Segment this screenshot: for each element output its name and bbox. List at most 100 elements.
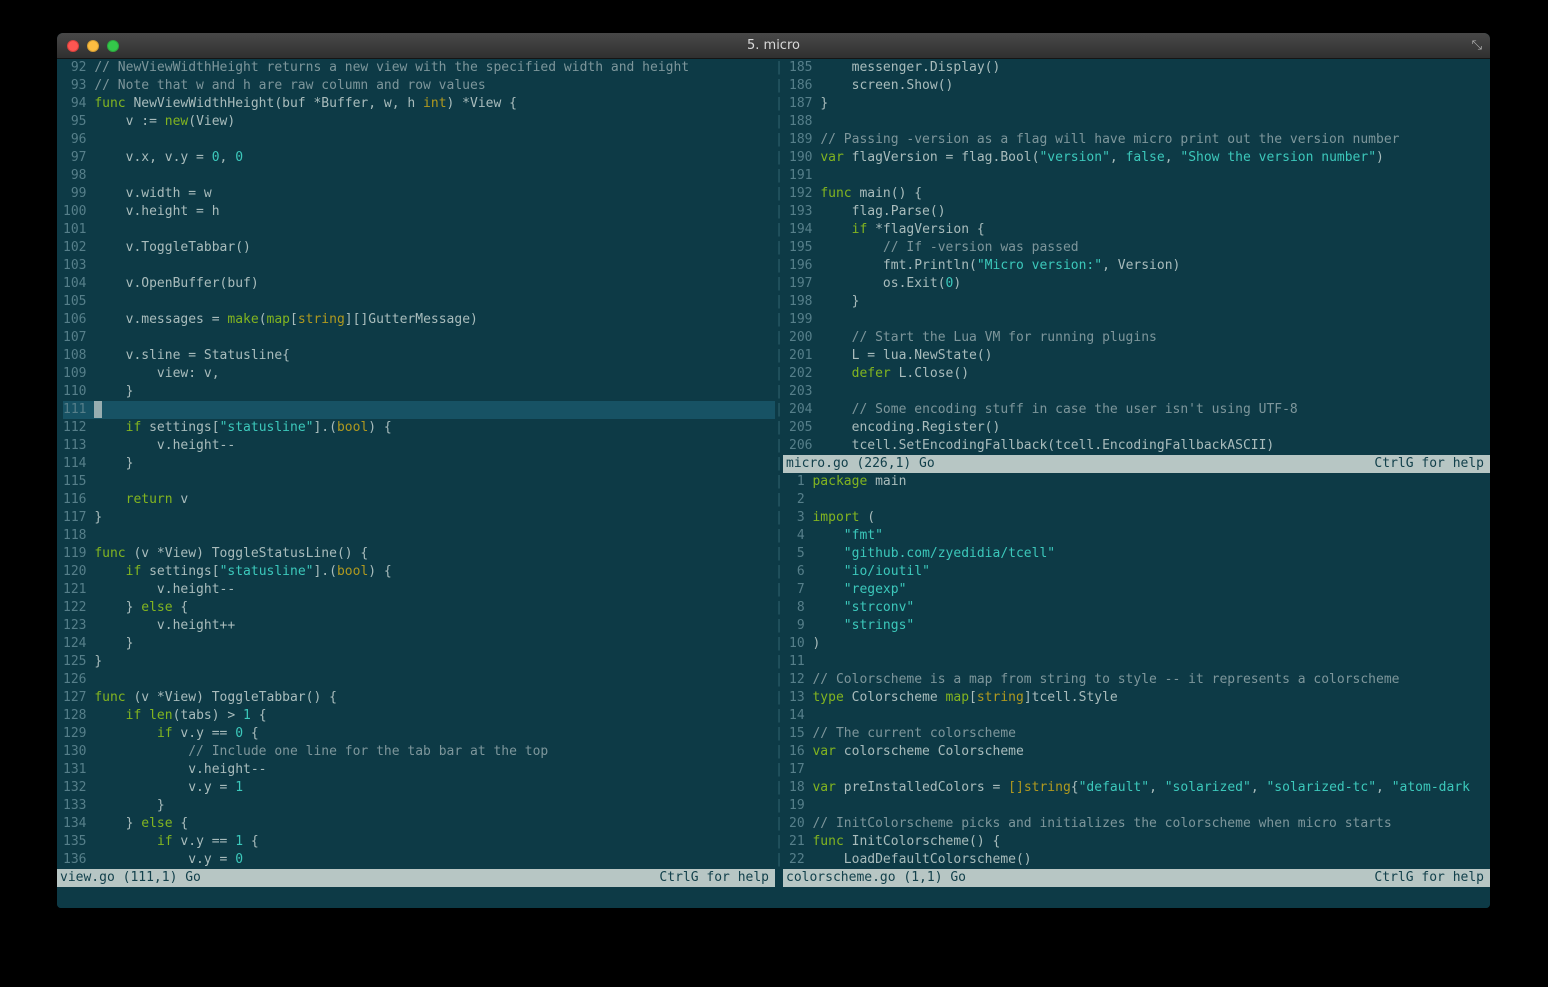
code-line[interactable]: 21 func InitColorscheme() {	[789, 833, 1490, 851]
code-line[interactable]: 185 messenger.Display()	[789, 59, 1490, 77]
code-line[interactable]: 18 var preInstalledColors = []string{"de…	[789, 779, 1490, 797]
code-line[interactable]: 200 // Start the Lua VM for running plug…	[789, 329, 1490, 347]
code-line[interactable]: 11	[789, 653, 1490, 671]
line-number: 93	[63, 78, 95, 93]
code-line[interactable]: 197 os.Exit(0)	[789, 275, 1490, 293]
code-line[interactable]: 106 v.messages = make(map[string][]Gutte…	[63, 311, 775, 329]
code-line[interactable]: 117 }	[63, 509, 775, 527]
code-line[interactable]: 97 v.x, v.y = 0, 0	[63, 149, 775, 167]
code-line[interactable]: 17	[789, 761, 1490, 779]
code-line[interactable]: 134 } else {	[63, 815, 775, 833]
code-line[interactable]: 121 v.height--	[63, 581, 775, 599]
code-line[interactable]: 132 v.y = 1	[63, 779, 775, 797]
code-line[interactable]: 126	[63, 671, 775, 689]
code-line[interactable]: 136 v.y = 0	[63, 851, 775, 869]
code-line[interactable]: 112 if settings["statusline"].(bool) {	[63, 419, 775, 437]
code-line[interactable]: 5 "github.com/zyedidia/tcell"	[789, 545, 1490, 563]
code-line[interactable]: 114 }	[63, 455, 775, 473]
zoom-button[interactable]	[107, 40, 119, 52]
code-line[interactable]: 188	[789, 113, 1490, 131]
code-line[interactable]: 3 import (	[789, 509, 1490, 527]
code-line[interactable]: 2	[789, 491, 1490, 509]
code-line[interactable]: 9 "strings"	[789, 617, 1490, 635]
code-line[interactable]: 109 view: v,	[63, 365, 775, 383]
code-line[interactable]: 102 v.ToggleTabbar()	[63, 239, 775, 257]
code-line[interactable]: 10 )	[789, 635, 1490, 653]
code-line[interactable]: 129 if v.y == 0 {	[63, 725, 775, 743]
code-line[interactable]: 6 "io/ioutil"	[789, 563, 1490, 581]
code-line[interactable]: 127 func (v *View) ToggleTabbar() {	[63, 689, 775, 707]
code-line[interactable]: 7 "regexp"	[789, 581, 1490, 599]
code-line[interactable]: 128 if len(tabs) > 1 {	[63, 707, 775, 725]
close-button[interactable]	[67, 40, 79, 52]
code-line[interactable]: 104 v.OpenBuffer(buf)	[63, 275, 775, 293]
code-line[interactable]: 193 flag.Parse()	[789, 203, 1490, 221]
code-line[interactable]: 15 // The current colorscheme	[789, 725, 1490, 743]
code-line[interactable]: 95 v := new(View)	[63, 113, 775, 131]
line-number: 13	[789, 690, 813, 705]
code-line[interactable]: 120 if settings["statusline"].(bool) {	[63, 563, 775, 581]
code-line[interactable]: 113 v.height--	[63, 437, 775, 455]
code-line[interactable]: 198 }	[789, 293, 1490, 311]
code-line[interactable]: 119 func (v *View) ToggleStatusLine() {	[63, 545, 775, 563]
code-line[interactable]: 13 type Colorscheme map[string]tcell.Sty…	[789, 689, 1490, 707]
code-line[interactable]: 99 v.width = w	[63, 185, 775, 203]
code-area-colorscheme-go[interactable]: 1 package main 2 3 import ( 4 "fmt" 5 "g…	[783, 473, 1490, 869]
code-line[interactable]: 122 } else {	[63, 599, 775, 617]
code-line[interactable]: 196 fmt.Println("Micro version:", Versio…	[789, 257, 1490, 275]
code-line[interactable]: 110 }	[63, 383, 775, 401]
code-area-view-go[interactable]: 92 // NewViewWidthHeight returns a new v…	[57, 59, 775, 869]
code-line[interactable]: 4 "fmt"	[789, 527, 1490, 545]
code-line[interactable]: 123 v.height++	[63, 617, 775, 635]
code-line[interactable]: 202 defer L.Close()	[789, 365, 1490, 383]
code-line[interactable]: 192 func main() {	[789, 185, 1490, 203]
code-line[interactable]: 103	[63, 257, 775, 275]
code-line[interactable]: 14	[789, 707, 1490, 725]
code-line[interactable]: 107	[63, 329, 775, 347]
code-line[interactable]: 125 }	[63, 653, 775, 671]
code-line[interactable]: 203	[789, 383, 1490, 401]
code-line[interactable]: 191	[789, 167, 1490, 185]
code-line[interactable]: 135 if v.y == 1 {	[63, 833, 775, 851]
code-line[interactable]: 22 LoadDefaultColorscheme()	[789, 851, 1490, 869]
code-line[interactable]: 101	[63, 221, 775, 239]
code-line[interactable]: 201 L = lua.NewState()	[789, 347, 1490, 365]
code-line[interactable]: 118	[63, 527, 775, 545]
code-line[interactable]: 105	[63, 293, 775, 311]
code-line[interactable]: 189 // Passing -version as a flag will h…	[789, 131, 1490, 149]
code-line[interactable]: 8 "strconv"	[789, 599, 1490, 617]
code-area-micro-go[interactable]: 185 messenger.Display() 186 screen.Show()…	[783, 59, 1490, 455]
code-line[interactable]: 116 return v	[63, 491, 775, 509]
code-line[interactable]: 130 // Include one line for the tab bar …	[63, 743, 775, 761]
code-line[interactable]: 205 encoding.Register()	[789, 419, 1490, 437]
code-line[interactable]: 111	[63, 401, 775, 419]
code-line[interactable]: 19	[789, 797, 1490, 815]
code-line[interactable]: 12 // Colorscheme is a map from string t…	[789, 671, 1490, 689]
code-line[interactable]: 98	[63, 167, 775, 185]
code-line[interactable]: 186 screen.Show()	[789, 77, 1490, 95]
code-line[interactable]: 124 }	[63, 635, 775, 653]
code-line[interactable]: 16 var colorscheme Colorscheme	[789, 743, 1490, 761]
code-line[interactable]: 94 func NewViewWidthHeight(buf *Buffer, …	[63, 95, 775, 113]
code-line[interactable]: 190 var flagVersion = flag.Bool("version…	[789, 149, 1490, 167]
code-line[interactable]: 108 v.sline = Statusline{	[63, 347, 775, 365]
resize-icon[interactable]: ⤡	[1472, 38, 1482, 53]
terminal-window[interactable]: 5. micro ⤡ 92 // NewViewWidthHeight retu…	[57, 33, 1490, 908]
code-line[interactable]: 96	[63, 131, 775, 149]
code-line[interactable]: 195 // If -version was passed	[789, 239, 1490, 257]
code-line[interactable]: 100 v.height = h	[63, 203, 775, 221]
minimize-button[interactable]	[87, 40, 99, 52]
code-line[interactable]: 204 // Some encoding stuff in case the u…	[789, 401, 1490, 419]
code-line[interactable]: 206 tcell.SetEncodingFallback(tcell.Enco…	[789, 437, 1490, 455]
code-line[interactable]: 93 // Note that w and h are raw column a…	[63, 77, 775, 95]
window-titlebar[interactable]: 5. micro ⤡	[57, 33, 1490, 59]
code-line[interactable]: 92 // NewViewWidthHeight returns a new v…	[63, 59, 775, 77]
code-line[interactable]: 133 }	[63, 797, 775, 815]
code-line[interactable]: 20 // InitColorscheme picks and initiali…	[789, 815, 1490, 833]
code-line[interactable]: 131 v.height--	[63, 761, 775, 779]
code-line[interactable]: 1 package main	[789, 473, 1490, 491]
code-line[interactable]: 199	[789, 311, 1490, 329]
code-line[interactable]: 115	[63, 473, 775, 491]
code-line[interactable]: 194 if *flagVersion {	[789, 221, 1490, 239]
code-line[interactable]: 187 }	[789, 95, 1490, 113]
